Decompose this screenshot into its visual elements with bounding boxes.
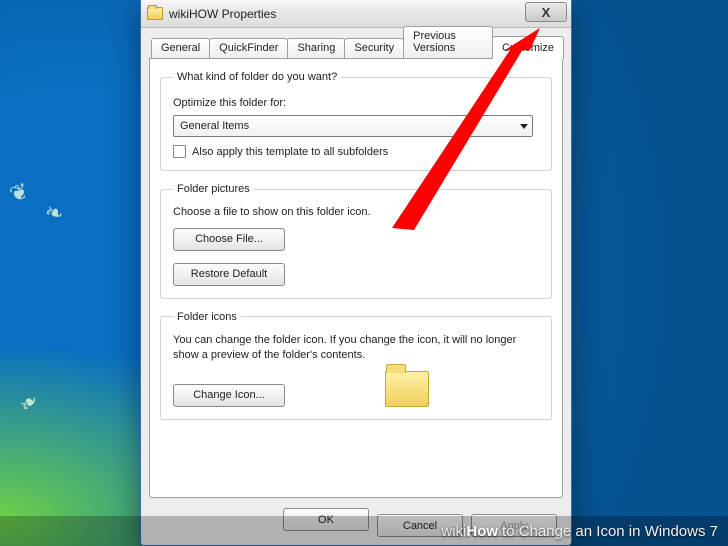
apply-subfolders-checkbox[interactable] [173, 145, 186, 158]
group-folder-kind-legend: What kind of folder do you want? [173, 71, 341, 83]
optimize-combo-value: General Items [180, 120, 249, 132]
leaf-decoration: ❧ [14, 387, 45, 419]
folder-icons-hint: You can change the folder icon. If you c… [173, 333, 539, 363]
chevron-down-icon [520, 124, 528, 129]
folder-icon [147, 7, 163, 20]
tab-previous-versions[interactable]: Previous Versions [403, 26, 493, 58]
dialog-content: General QuickFinder Sharing Security Pre… [141, 28, 571, 545]
caption-wiki: wiki [441, 523, 466, 540]
tabstrip: General QuickFinder Sharing Security Pre… [149, 34, 563, 58]
group-folder-pictures: Folder pictures Choose a file to show on… [160, 183, 552, 299]
group-folder-icons: Folder icons You can change the folder i… [160, 311, 552, 420]
optimize-label: Optimize this folder for: [173, 97, 539, 109]
tab-security[interactable]: Security [344, 38, 404, 58]
group-folder-icons-legend: Folder icons [173, 311, 241, 323]
apply-subfolders-label: Also apply this template to all subfolde… [192, 146, 388, 158]
restore-default-button[interactable]: Restore Default [173, 263, 285, 286]
group-folder-kind: What kind of folder do you want? Optimiz… [160, 71, 552, 171]
leaf-decoration: ❧ [42, 198, 67, 228]
caption-how: How [466, 523, 498, 540]
optimize-combo[interactable]: General Items [173, 115, 533, 137]
wikihow-caption: wikiHow to Change an Icon in Windows 7 [0, 516, 728, 546]
choose-file-button[interactable]: Choose File... [173, 228, 285, 251]
change-icon-button[interactable]: Change Icon... [173, 384, 285, 407]
tab-sharing[interactable]: Sharing [287, 38, 345, 58]
caption-rest: to Change an Icon in Windows 7 [502, 523, 718, 540]
folder-preview-icon [385, 371, 429, 407]
tab-general[interactable]: General [151, 38, 210, 58]
group-folder-pictures-legend: Folder pictures [173, 183, 254, 195]
properties-dialog: wikiHOW Properties X General QuickFinder… [140, 0, 572, 546]
close-button[interactable]: X [525, 2, 567, 22]
apply-subfolders-row[interactable]: Also apply this template to all subfolde… [173, 145, 539, 158]
close-icon: X [542, 5, 551, 20]
window-title: wikiHOW Properties [169, 7, 276, 21]
tab-quickfinder[interactable]: QuickFinder [209, 38, 288, 58]
folder-pictures-hint: Choose a file to show on this folder ico… [173, 205, 539, 220]
tab-customize[interactable]: Customize [492, 36, 564, 59]
tab-panel-customize: What kind of folder do you want? Optimiz… [149, 58, 563, 498]
leaf-decoration: ❦ [6, 178, 32, 209]
titlebar[interactable]: wikiHOW Properties X [141, 0, 571, 28]
